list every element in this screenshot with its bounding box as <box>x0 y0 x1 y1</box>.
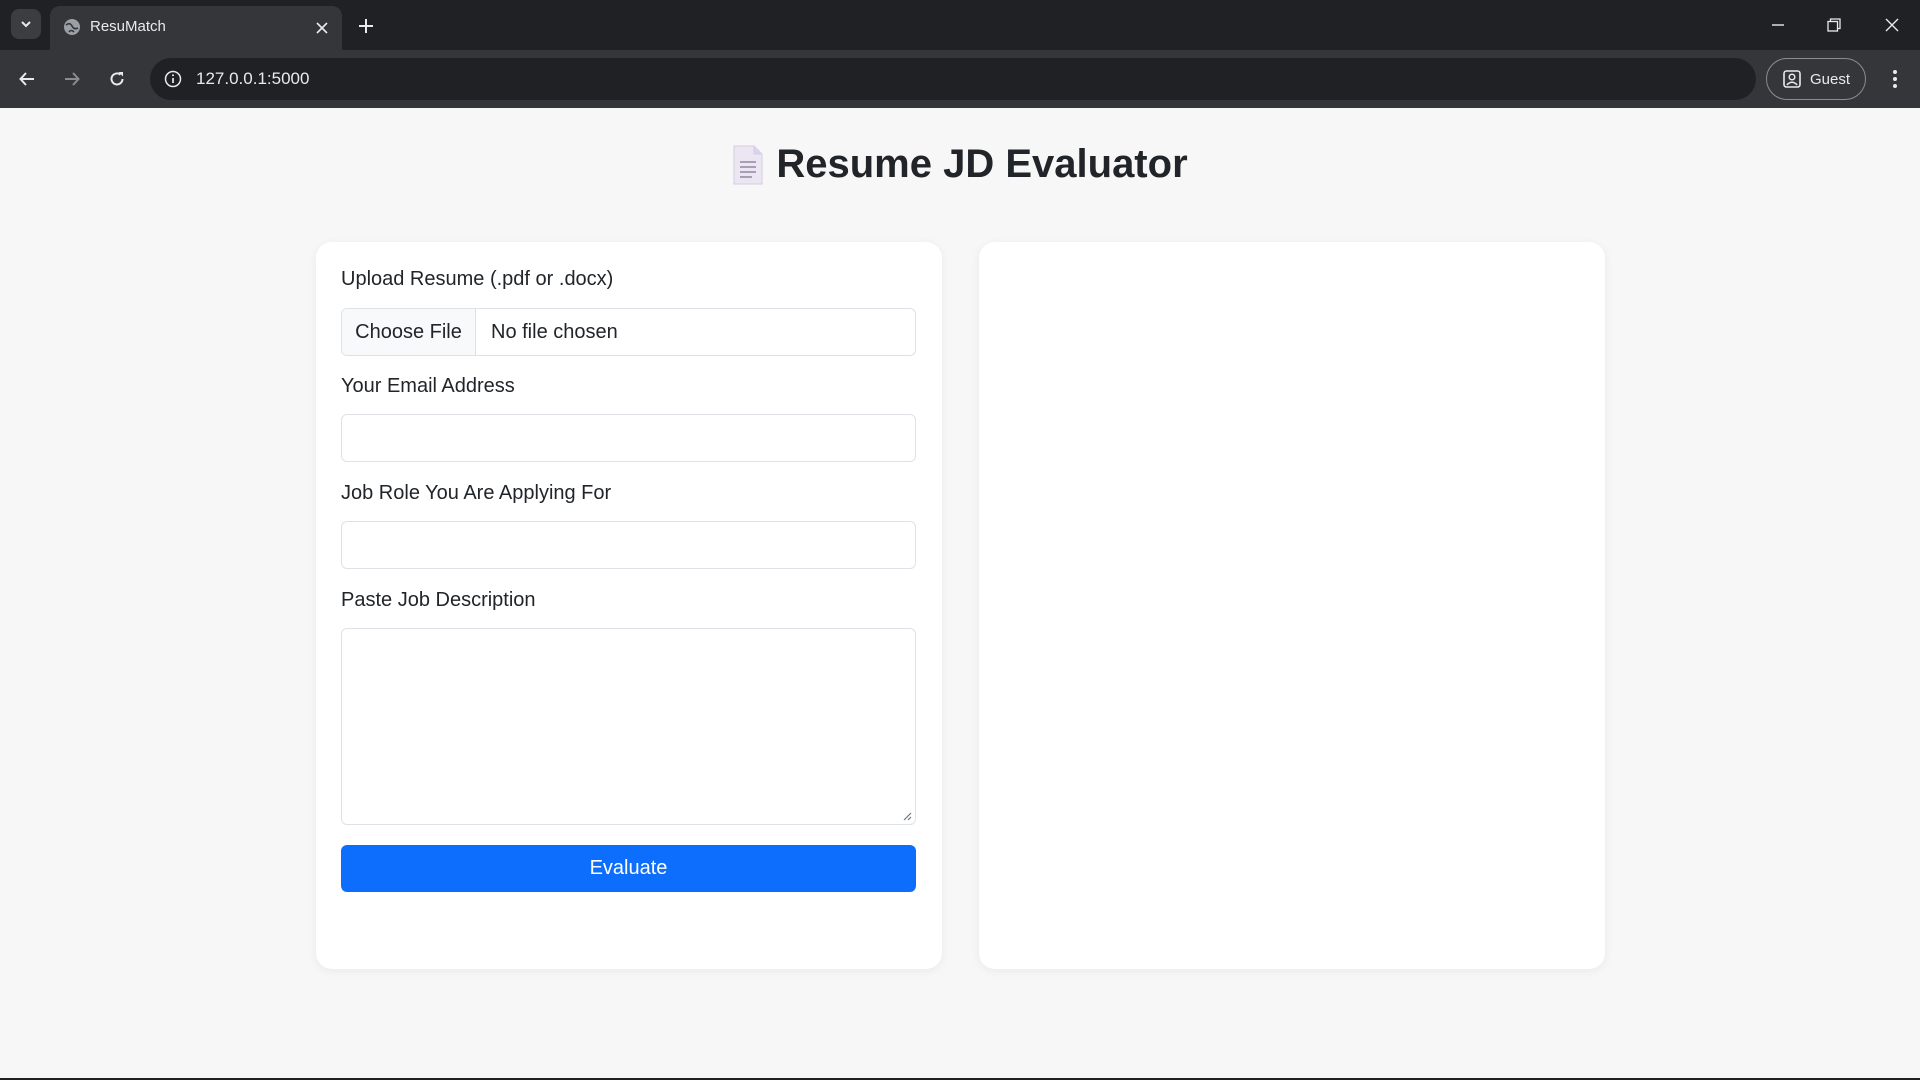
email-field[interactable] <box>341 414 916 462</box>
address-bar[interactable]: 127.0.0.1:5000 <box>150 58 1756 100</box>
choose-file-button[interactable]: Choose File <box>342 309 476 355</box>
close-window-button[interactable] <box>1864 0 1920 50</box>
close-icon <box>316 22 328 34</box>
restore-icon <box>1827 18 1841 32</box>
job-description-textarea[interactable] <box>341 628 916 825</box>
job-description-label: Paste Job Description <box>341 589 536 611</box>
arrow-left-icon <box>19 72 34 86</box>
chevron-down-icon <box>21 21 31 28</box>
plus-icon <box>359 19 373 33</box>
tab-search-button[interactable] <box>11 9 41 39</box>
site-info-button[interactable] <box>160 66 186 92</box>
minimize-icon <box>1772 24 1784 26</box>
url-text: 127.0.0.1:5000 <box>196 69 310 88</box>
profile-button[interactable]: Guest <box>1766 58 1866 100</box>
reload-button[interactable] <box>100 62 134 96</box>
evaluation-form-card: Upload Resume (.pdf or .docx) Choose Fil… <box>316 242 942 969</box>
browser-toolbar: 127.0.0.1:5000 Guest <box>0 50 1920 108</box>
new-tab-button[interactable] <box>352 12 380 40</box>
resume-file-input[interactable]: Choose File No file chosen <box>341 308 916 356</box>
results-panel <box>979 242 1605 969</box>
profile-label: Guest <box>1809 70 1851 88</box>
file-status-text: No file chosen <box>491 320 618 343</box>
more-vert-icon <box>1893 70 1897 88</box>
info-icon <box>164 70 182 88</box>
job-role-label: Job Role You Are Applying For <box>341 482 612 504</box>
email-label: Your Email Address <box>341 375 515 397</box>
back-button[interactable] <box>10 62 44 96</box>
minimize-button[interactable] <box>1750 0 1806 50</box>
evaluate-button[interactable]: Evaluate <box>341 845 916 892</box>
browser-menu-button[interactable] <box>1878 62 1912 96</box>
job-role-field[interactable] <box>341 521 916 569</box>
resize-grip-icon[interactable] <box>902 811 912 821</box>
resume-upload-label: Upload Resume (.pdf or .docx) <box>341 268 614 290</box>
page-title: Resume JD Evaluator <box>776 142 1188 186</box>
document-icon <box>733 145 763 184</box>
arrow-right-icon <box>65 72 80 86</box>
page-heading: Resume JD Evaluator <box>0 142 1920 187</box>
tab-close-button[interactable] <box>310 16 334 40</box>
close-icon <box>1885 18 1899 32</box>
page-body: Resume JD Evaluator Upload Resume (.pdf … <box>0 108 1920 1078</box>
forward-button[interactable] <box>55 62 89 96</box>
browser-tabstrip: ResuMatch <box>0 0 1920 50</box>
restore-button[interactable] <box>1806 0 1862 50</box>
reload-icon <box>110 72 124 86</box>
tab-title: ResuMatch <box>90 18 166 35</box>
browser-tab[interactable]: ResuMatch <box>50 6 342 50</box>
globe-icon <box>64 19 80 35</box>
guest-profile-icon <box>1783 70 1801 88</box>
